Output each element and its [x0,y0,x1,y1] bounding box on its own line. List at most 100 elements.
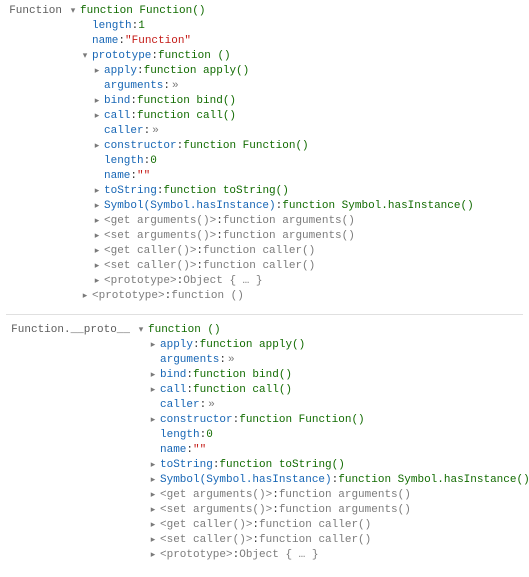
twist-icon[interactable]: ▸ [92,142,102,152]
property-value: "" [137,169,150,184]
twist-icon[interactable]: ▸ [92,277,102,287]
object-tree: ▾function ()▸apply: function apply()▸arg… [136,323,529,563]
tree-row[interactable]: ▸Symbol(Symbol.hasInstance): function Sy… [68,199,474,214]
key-value-separator: : [252,518,259,533]
twist-icon[interactable]: ▸ [92,97,102,107]
tree-row[interactable]: ▸bind: function bind() [136,368,529,383]
tree-row[interactable]: ▸caller: » [136,398,529,413]
tree-row[interactable]: ▸name: "Function" [68,34,474,49]
twist-icon[interactable]: ▸ [92,262,102,272]
property-key: call [160,383,186,398]
tree-row[interactable]: ▸<get caller()>: function caller() [68,244,474,259]
key-value-separator: : [233,413,240,428]
tree-row[interactable]: ▸constructor: function Function() [136,413,529,428]
twist-icon[interactable]: ▸ [92,112,102,122]
tree-row[interactable]: ▸apply: function apply() [136,338,529,353]
property-value: » [226,353,235,368]
twist-icon[interactable]: ▸ [92,232,102,242]
tree-row[interactable]: ▸bind: function bind() [68,94,474,109]
object-section: Function▾function Function()▸length: 1▸n… [6,4,523,304]
tree-row[interactable]: ▸length: 0 [68,154,474,169]
twist-icon[interactable]: ▸ [148,386,158,396]
key-value-separator: : [186,383,193,398]
tree-row[interactable]: ▸length: 0 [136,428,529,443]
tree-row[interactable]: ▸<prototype>: Object { … } [136,548,529,563]
key-value-separator: : [186,443,193,458]
key-value-separator: : [219,353,226,368]
tree-row[interactable]: ▸name: "" [136,443,529,458]
property-key: caller [104,124,144,139]
property-key: bind [160,368,186,383]
tree-row[interactable]: ▸toString: function toString() [136,458,529,473]
tree-row[interactable]: ▸<set caller()>: function caller() [68,259,474,274]
twist-icon[interactable]: ▸ [148,461,158,471]
tree-row[interactable]: ▸<prototype>: Object { … } [68,274,474,289]
section-label: Function [6,4,68,19]
property-key: toString [160,458,213,473]
twist-icon[interactable]: ▸ [148,371,158,381]
tree-row[interactable]: ▸length: 1 [68,19,474,34]
tree-row[interactable]: ▸<set arguments()>: function arguments() [68,229,474,244]
tree-row[interactable]: ▸<set caller()>: function caller() [136,533,529,548]
property-value: function toString() [219,458,344,473]
tree-row[interactable]: ▸<get caller()>: function caller() [136,518,529,533]
root-value: function Function() [80,4,205,19]
key-value-separator: : [332,473,339,488]
twist-icon[interactable]: ▾ [68,7,78,17]
twist-icon[interactable]: ▸ [92,187,102,197]
twist-icon[interactable]: ▾ [136,326,146,336]
twist-icon[interactable]: ▸ [92,202,102,212]
twist-icon[interactable]: ▸ [148,551,158,561]
tree-row[interactable]: ▸Symbol(Symbol.hasInstance): function Sy… [136,473,529,488]
twist-icon[interactable]: ▾ [80,52,90,62]
property-value: function Symbol.hasInstance() [282,199,473,214]
tree-row[interactable]: ▾prototype: function () [68,49,474,64]
key-value-separator: : [151,49,158,64]
twist-icon[interactable]: ▸ [92,67,102,77]
twist-icon[interactable]: ▸ [148,341,158,351]
twist-icon[interactable]: ▸ [148,416,158,426]
tree-row[interactable]: ▸arguments: » [136,353,529,368]
tree-row[interactable]: ▸call: function call() [136,383,529,398]
twist-icon[interactable]: ▸ [92,217,102,227]
key-value-separator: : [163,79,170,94]
tree-row[interactable]: ▸<get arguments()>: function arguments() [136,488,529,503]
twist-icon[interactable]: ▸ [148,521,158,531]
property-value: function arguments() [223,229,355,244]
twist-icon[interactable]: ▸ [148,536,158,546]
tree-row[interactable]: ▸name: "" [68,169,474,184]
property-value: 1 [138,19,145,34]
property-key: <get caller()> [160,518,252,533]
property-value: » [206,398,215,413]
twist-icon[interactable]: ▸ [92,247,102,257]
property-key: Symbol(Symbol.hasInstance) [104,199,276,214]
property-key: constructor [104,139,177,154]
tree-row[interactable]: ▸arguments: » [68,79,474,94]
property-key: <set caller()> [160,533,252,548]
property-key: call [104,109,130,124]
property-value: function bind() [193,368,292,383]
property-key: apply [160,338,193,353]
property-value: function Symbol.hasInstance() [338,473,529,488]
tree-row[interactable]: ▸constructor: function Function() [68,139,474,154]
tree-row[interactable]: ▸<prototype>: function () [68,289,474,304]
key-value-separator: : [216,229,223,244]
key-value-separator: : [196,244,203,259]
tree-row[interactable]: ▸apply: function apply() [68,64,474,79]
tree-row-root[interactable]: ▾function () [136,323,529,338]
property-key: <get arguments()> [104,214,216,229]
twist-icon[interactable]: ▸ [80,292,90,302]
key-value-separator: : [252,533,259,548]
twist-icon[interactable]: ▸ [148,491,158,501]
key-value-separator: : [193,338,200,353]
tree-row[interactable]: ▸<get arguments()>: function arguments() [68,214,474,229]
property-value: function Function() [239,413,364,428]
property-key: <set arguments()> [104,229,216,244]
tree-row[interactable]: ▸caller: » [68,124,474,139]
twist-icon[interactable]: ▸ [148,476,158,486]
twist-icon[interactable]: ▸ [148,506,158,516]
tree-row[interactable]: ▸toString: function toString() [68,184,474,199]
tree-row-root[interactable]: ▾function Function() [68,4,474,19]
property-key: Symbol(Symbol.hasInstance) [160,473,332,488]
tree-row[interactable]: ▸call: function call() [68,109,474,124]
